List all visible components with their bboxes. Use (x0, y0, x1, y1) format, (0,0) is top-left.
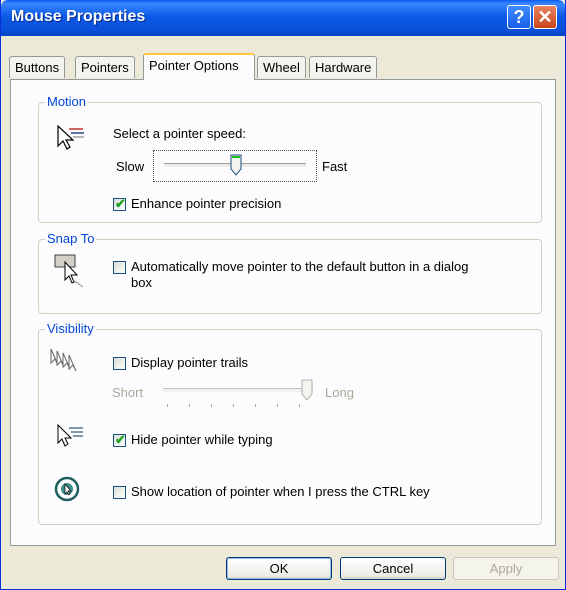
show-location-checkbox[interactable] (113, 486, 126, 499)
hide-pointer-checkbox[interactable]: ✔ (113, 432, 126, 447)
trails-short-label: Short (112, 385, 144, 400)
pointer-location-icon (54, 476, 80, 502)
help-button[interactable]: ? (507, 5, 531, 29)
trails-long-label: Long (325, 385, 354, 400)
window-title: Mouse Properties (11, 8, 146, 25)
show-location-label[interactable]: Show location of pointer when I press th… (131, 484, 430, 499)
snap-to-label-line1[interactable]: Automatically move pointer to the defaul… (131, 259, 469, 274)
snap-to-legend: Snap To (45, 231, 97, 246)
pointer-trails-label[interactable]: Display pointer trails (131, 355, 248, 370)
speed-slow-label: Slow (116, 159, 145, 174)
help-icon: ? (513, 6, 525, 27)
pointer-speed-icon (57, 124, 84, 150)
tab-buttons[interactable]: Buttons (9, 56, 66, 78)
close-icon: ✕ (537, 6, 553, 27)
title-bar[interactable]: Mouse Properties ? ✕ (1, 0, 565, 36)
cancel-button[interactable]: Cancel (340, 557, 446, 580)
pointer-speed-slider[interactable] (153, 150, 317, 182)
tab-pointers[interactable]: Pointers (75, 56, 135, 78)
pointer-options-panel: Motion Select a pointer speed: Slow Fast… (10, 79, 556, 546)
pointer-trails-checkbox[interactable] (113, 357, 126, 370)
mouse-properties-window: Mouse Properties ? ✕ Buttons Pointers Po… (0, 0, 566, 590)
apply-button[interactable]: Apply (453, 557, 559, 580)
hide-pointer-label[interactable]: Hide pointer while typing (131, 432, 273, 447)
speed-slider-thumb[interactable] (230, 154, 242, 176)
snap-to-group: Snap To (38, 231, 542, 314)
speed-fast-label: Fast (322, 159, 348, 174)
hide-pointer-icon (57, 423, 83, 447)
trail-slider-track (163, 388, 313, 393)
trail-slider-ticks (167, 404, 300, 407)
visibility-legend: Visibility (45, 321, 96, 336)
trail-slider-thumb[interactable] (301, 379, 313, 401)
snap-to-default-checkbox[interactable] (113, 261, 126, 274)
pointer-trails-icon (50, 348, 77, 372)
pointer-speed-label: Select a pointer speed: (113, 126, 246, 141)
tab-hardware[interactable]: Hardware (309, 56, 378, 78)
tab-wheel[interactable]: Wheel (257, 56, 306, 78)
enhance-precision-label[interactable]: Enhance pointer precision (131, 196, 281, 211)
motion-legend: Motion (45, 94, 89, 109)
close-button[interactable]: ✕ (533, 5, 557, 29)
enhance-precision-checkbox[interactable]: ✔ (113, 196, 126, 211)
snap-to-label-line2[interactable]: box (131, 275, 152, 290)
snap-to-icon (54, 254, 84, 288)
tab-pointer-options[interactable]: Pointer Options (143, 53, 255, 80)
ok-button[interactable]: OK (226, 557, 332, 580)
trail-length-slider[interactable] (153, 378, 323, 410)
